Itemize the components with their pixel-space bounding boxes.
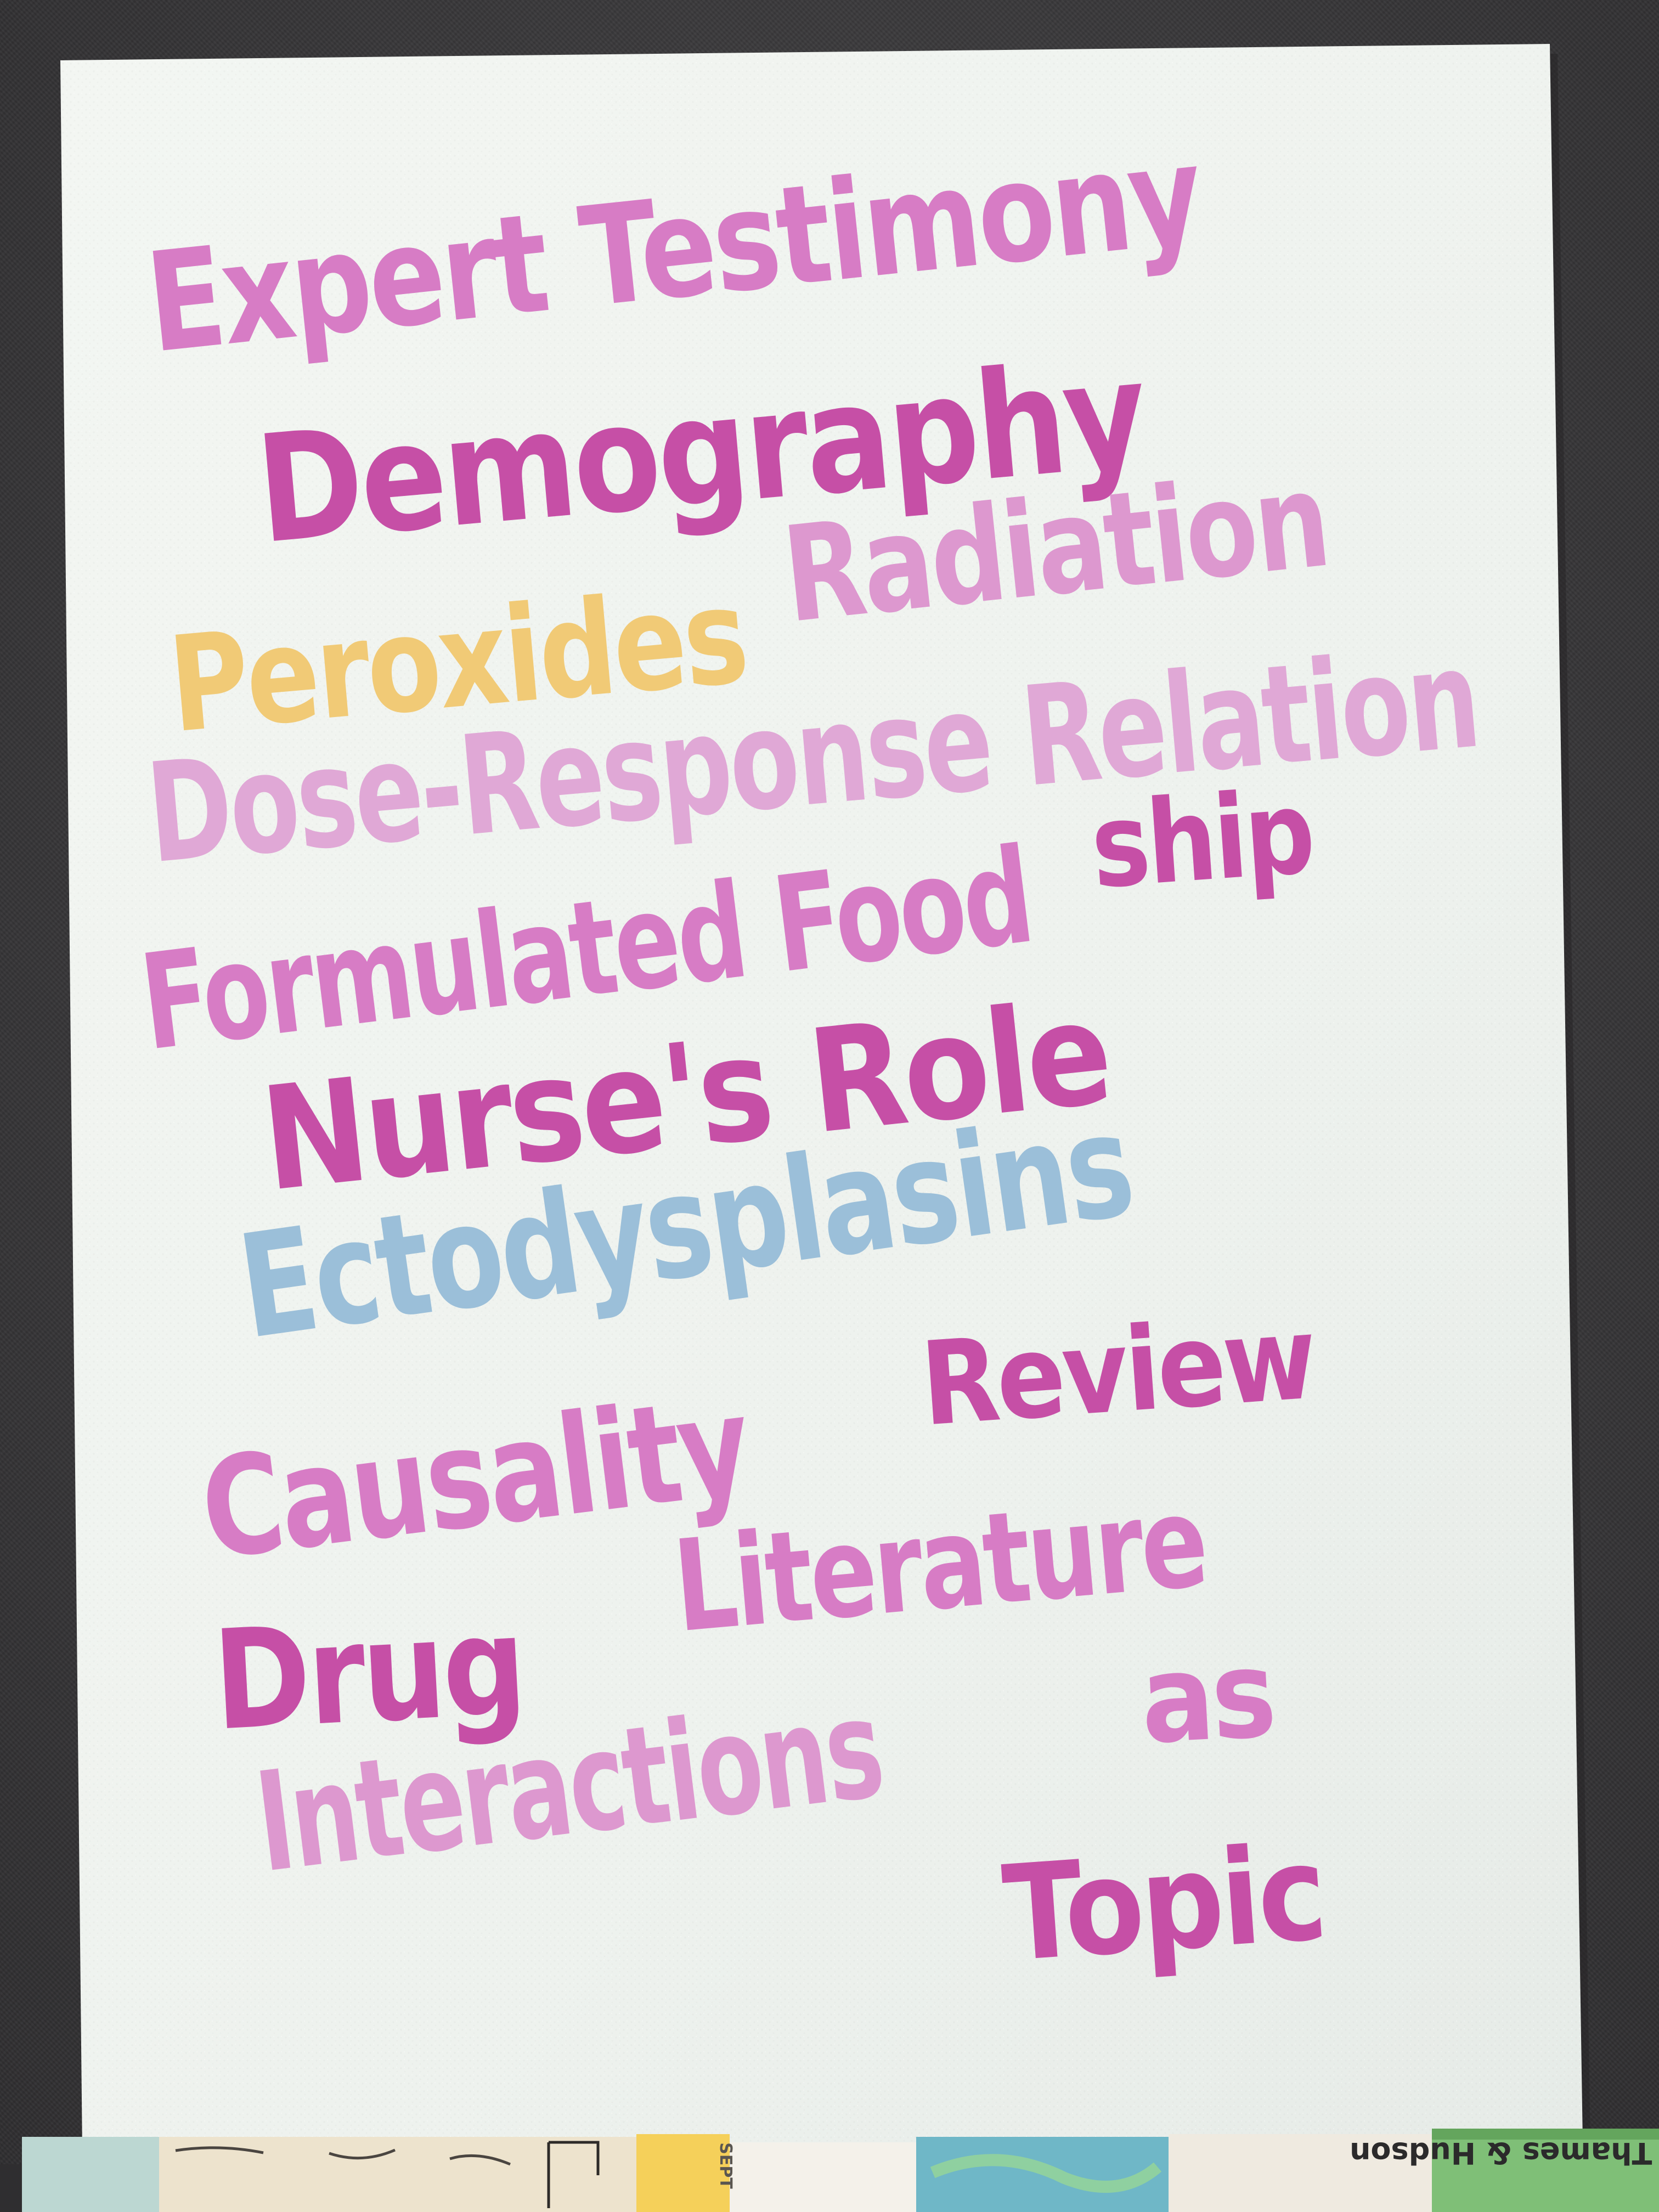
map-blue [916,2137,1169,2212]
word-causality: Causality [193,1365,757,1590]
map-label-text: Thames & Hudson [1350,2136,1652,2170]
notebook-tab [22,2137,159,2212]
word-topic: Topic [998,1815,1329,1991]
word-as: as [1137,1623,1277,1771]
word-ship: ship [1087,765,1317,915]
notebook-cover [22,2137,636,2212]
sept-label-text: SEPT [715,2142,735,2189]
word-review: Review [917,1290,1318,1452]
paper-sheet-edge [730,2142,916,2212]
